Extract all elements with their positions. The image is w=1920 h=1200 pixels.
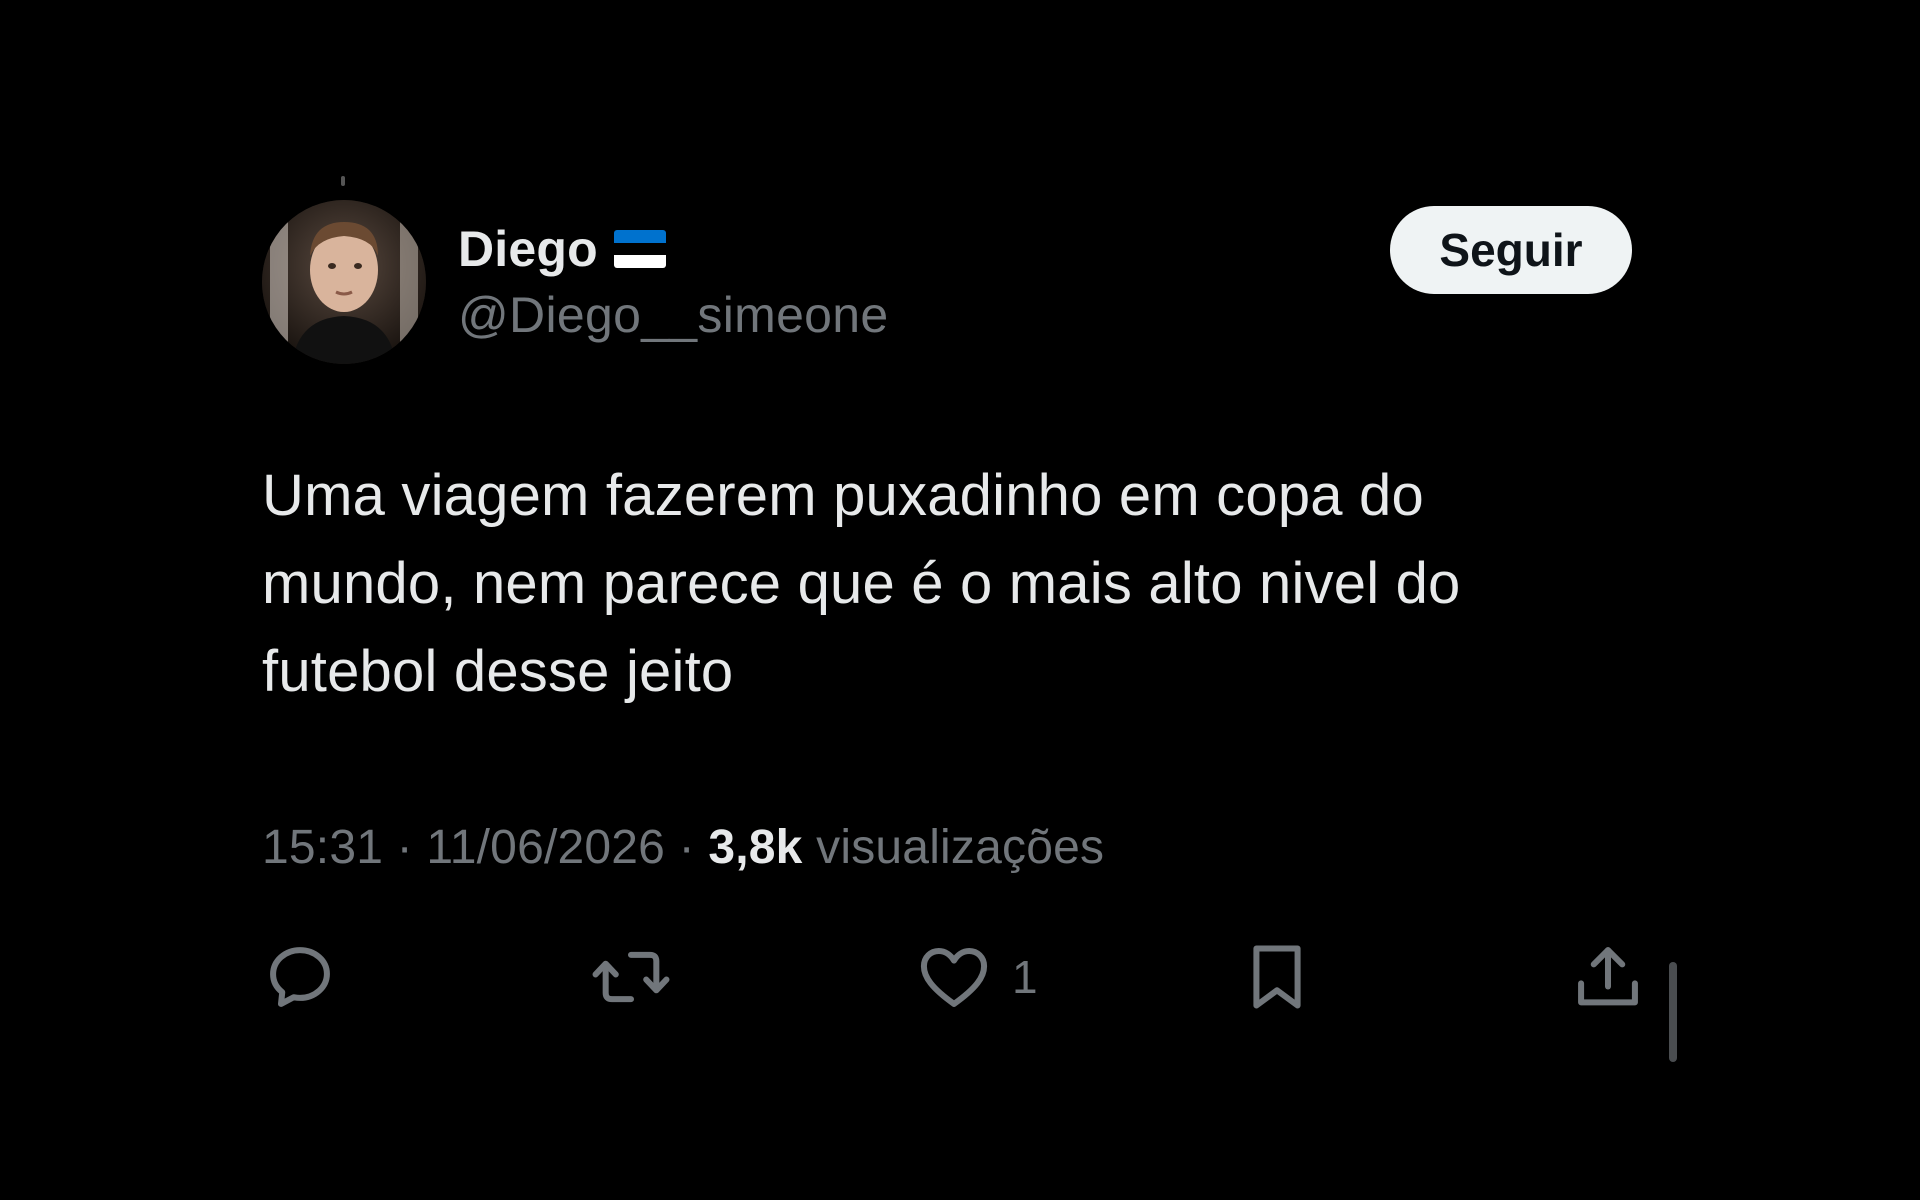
retweet-icon <box>592 951 670 1003</box>
like-button[interactable]: 1 <box>914 939 1038 1015</box>
reply-button[interactable] <box>262 939 338 1015</box>
user-avatar-photo-icon <box>262 200 426 364</box>
share-upload-icon <box>1578 947 1638 1006</box>
action-bar: 1 <box>262 939 1638 1019</box>
decorative-dot <box>341 176 345 186</box>
bookmark-icon <box>1253 945 1301 1009</box>
scrollbar[interactable] <box>1669 962 1677 1062</box>
share-button[interactable] <box>1570 939 1646 1015</box>
tweet-date[interactable]: 11/06/2026 <box>426 821 665 874</box>
tweet-text: Uma viagem fazerem puxadinho em copa do … <box>262 463 1461 704</box>
avatar[interactable] <box>262 200 426 364</box>
views-count: 3,8k <box>708 821 803 874</box>
heart-icon <box>920 948 988 1007</box>
tweet-time[interactable]: 15:31 <box>262 821 383 874</box>
meta-separator: · <box>396 821 413 874</box>
tweet-meta: 15:31 · 11/06/2026 · 3,8k visualizações <box>262 820 1632 875</box>
user-handle[interactable]: @Diego__simeone <box>458 286 889 344</box>
tweet-header: Diego @Diego__simeone Seguir <box>262 196 1632 366</box>
estonia-flag-icon <box>613 230 666 268</box>
like-count: 1 <box>1012 951 1038 1003</box>
display-name-row: Diego <box>458 220 889 278</box>
author-names: Diego @Diego__simeone <box>458 220 889 344</box>
bookmark-button[interactable] <box>1242 939 1312 1015</box>
display-name[interactable]: Diego <box>458 220 598 278</box>
meta-separator: · <box>678 821 695 874</box>
follow-button[interactable]: Seguir <box>1390 206 1632 294</box>
views-label: visualizações <box>816 821 1105 874</box>
retweet-button[interactable] <box>588 939 674 1015</box>
reply-bubble-icon <box>270 947 330 1007</box>
tweet-card: Diego @Diego__simeone Seguir Uma viagem … <box>262 196 1638 1019</box>
